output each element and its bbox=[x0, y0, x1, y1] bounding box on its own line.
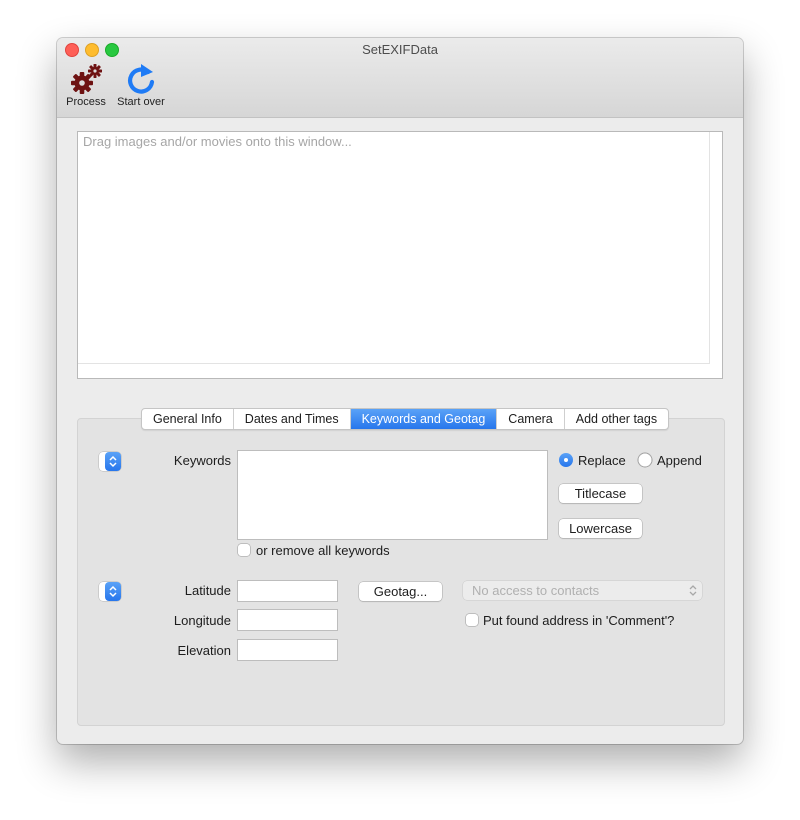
longitude-label: Longitude bbox=[173, 613, 231, 628]
drop-placeholder: Drag images and/or movies onto this wind… bbox=[83, 134, 352, 149]
contacts-popup-value: No access to contacts bbox=[472, 583, 600, 598]
chevron-updown-icon bbox=[109, 455, 117, 468]
tab-add-other-tags[interactable]: Add other tags bbox=[565, 409, 668, 429]
longitude-field[interactable] bbox=[237, 609, 338, 631]
app-window: SetEXIFData Process Start over Drag imag… bbox=[57, 38, 743, 744]
titlebar: SetEXIFData Process Start over bbox=[57, 38, 743, 118]
keywords-textarea[interactable] bbox=[237, 450, 548, 540]
lowercase-button[interactable]: Lowercase bbox=[559, 519, 642, 538]
start-over-button[interactable]: Start over bbox=[113, 62, 169, 108]
put-address-label: Put found address in 'Comment'? bbox=[483, 613, 675, 628]
chevron-updown-icon bbox=[109, 585, 117, 598]
elevation-field[interactable] bbox=[237, 639, 338, 661]
start-over-label: Start over bbox=[117, 96, 165, 108]
vertical-scrollbar[interactable] bbox=[709, 132, 710, 363]
titlecase-button[interactable]: Titlecase bbox=[559, 484, 642, 503]
put-address-checkbox[interactable] bbox=[466, 614, 478, 626]
gears-icon bbox=[71, 64, 102, 94]
tab-general-info[interactable]: General Info bbox=[142, 409, 234, 429]
refresh-icon bbox=[128, 64, 155, 94]
replace-radio[interactable] bbox=[559, 453, 573, 467]
process-label: Process bbox=[66, 96, 106, 108]
tab-camera[interactable]: Camera bbox=[497, 409, 565, 429]
media-drop-area[interactable]: Drag images and/or movies onto this wind… bbox=[77, 131, 723, 379]
append-radio[interactable] bbox=[638, 453, 652, 467]
keywords-label: Keywords bbox=[173, 453, 231, 468]
remove-all-keywords-label: or remove all keywords bbox=[256, 543, 390, 558]
latitude-field[interactable] bbox=[237, 580, 338, 602]
latitude-label: Latitude bbox=[184, 583, 231, 598]
replace-label: Replace bbox=[578, 453, 626, 468]
remove-all-keywords-checkbox[interactable] bbox=[238, 544, 250, 556]
tab-keywords-and-geotag[interactable]: Keywords and Geotag bbox=[350, 409, 498, 429]
tab-bar: General Info Dates and Times Keywords an… bbox=[141, 408, 670, 430]
append-label: Append bbox=[657, 453, 702, 468]
process-button[interactable]: Process bbox=[64, 62, 108, 108]
contacts-popup[interactable]: No access to contacts bbox=[463, 581, 702, 600]
geotag-button[interactable]: Geotag... bbox=[359, 582, 442, 601]
elevation-label: Elevation bbox=[177, 643, 231, 658]
chevron-updown-icon bbox=[689, 585, 697, 596]
keywords-options-popup[interactable] bbox=[99, 452, 121, 471]
window-title: SetEXIFData bbox=[362, 42, 438, 57]
geotag-options-popup[interactable] bbox=[99, 582, 121, 601]
horizontal-scrollbar[interactable] bbox=[78, 363, 710, 364]
tab-dates-and-times[interactable]: Dates and Times bbox=[234, 409, 351, 429]
